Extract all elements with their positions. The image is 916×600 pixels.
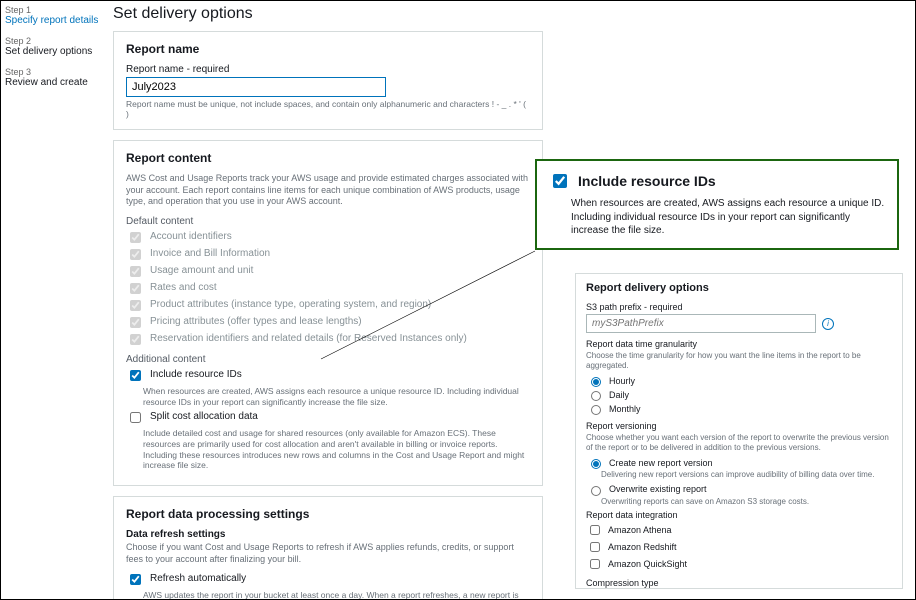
- report-content-desc: AWS Cost and Usage Reports track your AW…: [126, 173, 530, 208]
- default-check-3: [130, 283, 141, 294]
- processing-section: Report data processing settings Data ref…: [113, 496, 543, 600]
- default-check-0: [130, 232, 141, 243]
- delivery-options-panel: Report delivery options S3 path prefix -…: [575, 273, 903, 589]
- compression-label: Compression type: [586, 578, 892, 588]
- refresh-desc: Choose if you want Cost and Usage Report…: [126, 542, 530, 565]
- report-name-label: Report name - required: [126, 64, 530, 75]
- granularity-hourly[interactable]: [591, 377, 601, 387]
- refresh-auto-checkbox[interactable]: [130, 574, 141, 585]
- processing-heading: Report data processing settings: [126, 507, 530, 521]
- granularity-daily[interactable]: [591, 391, 601, 401]
- report-content-heading: Report content: [126, 151, 530, 165]
- default-check-2: [130, 266, 141, 277]
- report-name-heading: Report name: [126, 42, 530, 56]
- default-check-5: [130, 317, 141, 328]
- s3-prefix-input[interactable]: [586, 314, 816, 333]
- step-2[interactable]: Step 2 Set delivery options: [5, 36, 101, 57]
- include-resource-ids-desc: When resources are created, AWS assigns …: [143, 386, 530, 407]
- delivery-heading: Report delivery options: [586, 282, 892, 294]
- integration-redshift[interactable]: [590, 542, 600, 552]
- integration-quicksight[interactable]: [590, 559, 600, 569]
- info-icon[interactable]: i: [822, 318, 834, 330]
- wizard-steps: Step 1 Specify report details Step 2 Set…: [5, 5, 101, 98]
- split-cost-checkbox[interactable]: [130, 412, 141, 423]
- refresh-label: Data refresh settings: [126, 529, 530, 540]
- default-check-6: [130, 334, 141, 345]
- s3-prefix-label: S3 path prefix - required: [586, 302, 892, 312]
- granularity-label: Report data time granularity: [586, 339, 892, 349]
- include-resource-ids-label: Include resource IDs: [150, 369, 242, 380]
- additional-content-label: Additional content: [126, 354, 530, 365]
- step-3[interactable]: Step 3 Review and create: [5, 67, 101, 88]
- default-check-4: [130, 300, 141, 311]
- report-name-hint: Report name must be unique, not include …: [126, 99, 530, 119]
- default-content-label: Default content: [126, 216, 530, 227]
- report-name-section: Report name Report name - required Repor…: [113, 31, 543, 130]
- split-cost-label: Split cost allocation data: [150, 411, 258, 422]
- callout-body: When resources are created, AWS assigns …: [571, 197, 885, 238]
- callout-checkbox-icon: [553, 174, 567, 188]
- versioning-label: Report versioning: [586, 421, 892, 431]
- integration-label: Report data integration: [586, 510, 892, 520]
- granularity-desc: Choose the time granularity for how you …: [586, 351, 892, 370]
- report-name-input[interactable]: [126, 77, 386, 97]
- default-check-1: [130, 249, 141, 260]
- versioning-create-sub: Delivering new report versions can impro…: [601, 470, 892, 479]
- refresh-auto-label: Refresh automatically: [150, 573, 246, 584]
- split-cost-desc: Include detailed cost and usage for shar…: [143, 428, 530, 471]
- versioning-create[interactable]: [591, 459, 601, 469]
- versioning-overwrite-sub: Overwriting reports can save on Amazon S…: [601, 497, 892, 506]
- integration-athena[interactable]: [590, 525, 600, 535]
- report-content-section: Report content AWS Cost and Usage Report…: [113, 140, 543, 486]
- step-1[interactable]: Step 1 Specify report details: [5, 5, 101, 26]
- versioning-desc: Choose whether you want each version of …: [586, 433, 892, 452]
- granularity-monthly[interactable]: [591, 405, 601, 415]
- page-title: Set delivery options: [113, 5, 543, 23]
- callout-include-resource-ids: Include resource IDs When resources are …: [535, 159, 899, 250]
- versioning-overwrite[interactable]: [591, 486, 601, 496]
- callout-title: Include resource IDs: [578, 173, 716, 189]
- refresh-auto-desc: AWS updates the report in your bucket at…: [143, 590, 530, 600]
- include-resource-ids-checkbox[interactable]: [130, 370, 141, 381]
